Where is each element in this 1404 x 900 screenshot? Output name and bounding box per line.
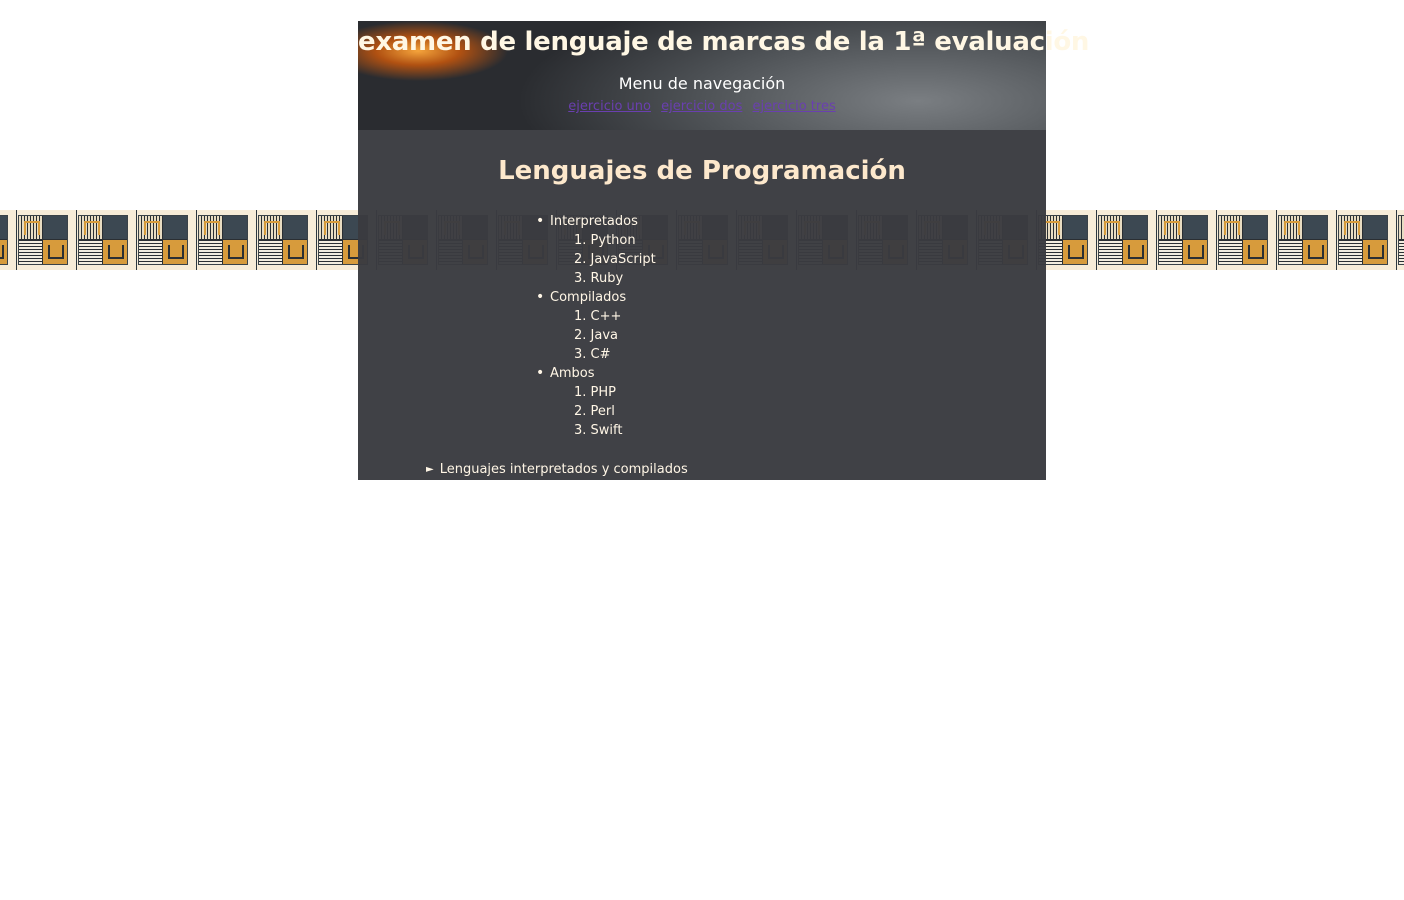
language-sublist: 1. Python 2. JavaScript 3. Ruby <box>550 231 656 288</box>
pattern-tile <box>138 215 188 265</box>
pattern-tile <box>198 215 248 265</box>
details-summary-toggle[interactable]: ► Lenguajes interpretados y compilados <box>426 460 688 480</box>
list-item: 2. Perl <box>574 404 615 419</box>
category-compilados: Compilados 1. C++ 2. Java 3. C# <box>550 288 656 364</box>
language-category-list: Interpretados 1. Python 2. JavaScript 3.… <box>550 212 656 440</box>
triangle-right-icon: ► <box>426 464 434 475</box>
pattern-tile <box>78 215 128 265</box>
list-item: 3. Ruby <box>574 271 624 286</box>
category-label: Compilados <box>550 288 656 307</box>
pattern-tile <box>18 215 68 265</box>
list-item: 2. Java <box>574 328 618 343</box>
list-item: 1. C++ <box>574 309 622 324</box>
page-container: examen de lenguaje de marcas de la 1ª ev… <box>358 21 1090 480</box>
nav-link-ejercicio-uno[interactable]: ejercicio uno <box>568 99 651 114</box>
language-sublist: 1. C++ 2. Java 3. C# <box>550 307 656 364</box>
list-item: 1. PHP <box>574 385 616 400</box>
pattern-tile <box>1158 215 1208 265</box>
category-label: Ambos <box>550 364 656 383</box>
nav-link-ejercicio-dos[interactable]: ejercicio dos <box>661 99 742 114</box>
pattern-tile <box>1278 215 1328 265</box>
site-header: examen de lenguaje de marcas de la 1ª ev… <box>358 21 1090 130</box>
category-label: Interpretados <box>550 212 656 231</box>
site-title: examen de lenguaje de marcas de la 1ª ev… <box>358 27 1090 57</box>
pattern-tile <box>0 215 8 265</box>
list-item: 2. JavaScript <box>574 252 656 267</box>
list-item: 1. Python <box>574 233 636 248</box>
list-item: 3. C# <box>574 347 611 362</box>
category-ambos: Ambos 1. PHP 2. Perl 3. Swift <box>550 364 656 440</box>
main-content: Lenguajes de Programación Interpretados … <box>358 130 1046 480</box>
nav-menu: ejercicio uno ejercicio dos ejercicio tr… <box>358 99 1046 115</box>
details-summary-label: Lenguajes interpretados y compilados <box>439 462 688 477</box>
pattern-tile <box>1338 215 1388 265</box>
pattern-tile <box>1398 215 1404 265</box>
nav-link-ejercicio-tres[interactable]: ejercicio tres <box>753 99 836 114</box>
list-item: 3. Swift <box>574 423 623 438</box>
page-heading: Lenguajes de Programación <box>498 156 906 186</box>
pattern-tile <box>1098 215 1148 265</box>
nav-menu-title: Menu de navegación <box>618 74 786 93</box>
language-sublist: 1. PHP 2. Perl 3. Swift <box>550 383 656 440</box>
pattern-tile <box>1218 215 1268 265</box>
pattern-tile <box>258 215 308 265</box>
category-interpretados: Interpretados 1. Python 2. JavaScript 3.… <box>550 212 656 288</box>
